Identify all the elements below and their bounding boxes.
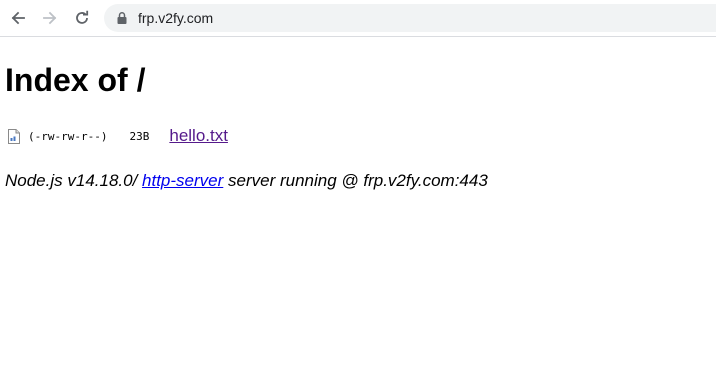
footer-suffix: server running @ frp.v2fy.com:443 (223, 171, 488, 190)
file-icon (8, 128, 20, 144)
arrow-left-icon (11, 11, 25, 25)
reload-button[interactable] (70, 6, 94, 30)
address-bar[interactable]: frp.v2fy.com (104, 4, 716, 32)
file-size: 23B (129, 129, 150, 143)
http-server-link[interactable]: http-server (142, 171, 223, 190)
browser-toolbar: frp.v2fy.com (0, 0, 716, 37)
footer-prefix: Node.js v14.18.0/ (5, 171, 143, 190)
file-link-hello-txt[interactable]: hello.txt (169, 126, 228, 146)
page-title: Index of / (5, 62, 146, 98)
back-button[interactable] (6, 6, 30, 30)
page-content: Index of / (-rw-rw-r--) 23B hello.txt No… (0, 37, 716, 379)
file-permissions: (-rw-rw-r--) (28, 129, 108, 143)
reload-icon (76, 10, 89, 24)
forward-button[interactable] (38, 6, 62, 30)
url-text[interactable]: frp.v2fy.com (138, 9, 213, 27)
server-footer: Node.js v14.18.0/ http-server server run… (5, 171, 488, 191)
lock-icon[interactable] (115, 11, 129, 25)
list-item: (-rw-rw-r--) 23B hello.txt (8, 125, 228, 147)
arrow-right-icon (43, 11, 57, 25)
